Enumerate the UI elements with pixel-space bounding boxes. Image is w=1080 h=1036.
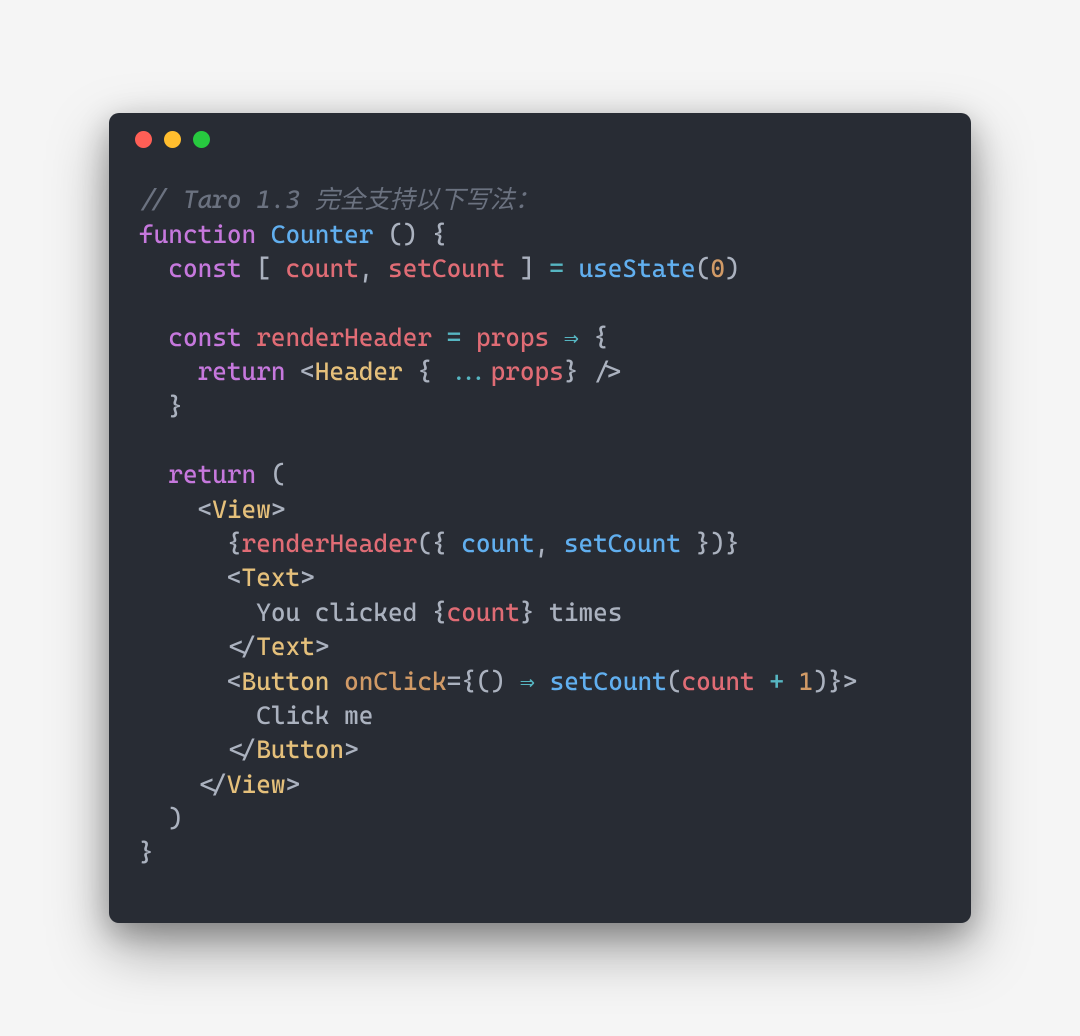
var-count: count — [461, 529, 534, 558]
punct: )}> — [813, 667, 857, 696]
arrow-icon: ⇒ — [549, 323, 593, 352]
text-content: Click me — [256, 701, 373, 730]
punct: , — [359, 254, 388, 283]
jsx-tag-button: Button — [256, 735, 344, 764]
jsx-tag-button: Button — [242, 667, 330, 696]
number-one: 1 — [799, 667, 814, 696]
punct: > — [315, 632, 330, 661]
code-window: // Taro 1.3 完全支持以下写法： function Counter (… — [109, 113, 971, 923]
var-count: count — [286, 254, 359, 283]
var-setcount: setCount — [388, 254, 505, 283]
jsx-tag-text: Text — [256, 632, 315, 661]
close-icon[interactable] — [135, 131, 152, 148]
punct: { — [594, 323, 609, 352]
function-name: Counter — [271, 220, 374, 249]
text-content: You clicked { — [256, 598, 446, 627]
punct: } — [139, 838, 154, 867]
punct: () { — [373, 220, 446, 249]
var-setcount: setCount — [564, 529, 681, 558]
spread-op: ... — [447, 357, 491, 386]
punct: < — [285, 357, 314, 386]
fn-usestate: useState — [578, 254, 695, 283]
punct: ] — [505, 254, 549, 283]
punct: , — [535, 529, 564, 558]
jsx-attr-onclick: onClick — [344, 667, 447, 696]
punct: [ — [242, 254, 286, 283]
punct: } /> — [564, 357, 623, 386]
punct: ({ — [417, 529, 461, 558]
keyword-const: const — [168, 254, 241, 283]
punct: > — [285, 770, 300, 799]
punct: ( — [256, 460, 285, 489]
punct: ( — [696, 254, 711, 283]
punct: ( — [667, 667, 682, 696]
punct: ={() — [447, 667, 520, 696]
punct: </ — [227, 632, 256, 661]
jsx-tag-header: Header — [315, 357, 403, 386]
punct: < — [227, 563, 242, 592]
space — [329, 667, 344, 696]
var-props: props — [476, 323, 549, 352]
operator-plus: + — [755, 667, 799, 696]
punct: } — [139, 392, 183, 421]
fn-renderheader-call: renderHeader — [242, 529, 418, 558]
fn-setcount-call: setCount — [550, 667, 667, 696]
keyword-const: const — [168, 323, 241, 352]
var-props: props — [491, 357, 564, 386]
code-comment: // Taro 1.3 完全支持以下写法： — [139, 185, 540, 214]
punct: > — [271, 495, 286, 524]
jsx-tag-view: View — [212, 495, 271, 524]
punct: </ — [198, 770, 227, 799]
punct: </ — [227, 735, 256, 764]
number-zero: 0 — [710, 254, 725, 283]
space — [535, 667, 550, 696]
jsx-tag-view: View — [227, 770, 286, 799]
punct: ) — [725, 254, 740, 283]
jsx-tag-text: Text — [242, 563, 301, 592]
keyword-return: return — [198, 357, 286, 386]
var-count: count — [681, 667, 754, 696]
window-titlebar — [109, 113, 971, 165]
punct: > — [300, 563, 315, 592]
punct: ) — [139, 804, 183, 833]
punct: > — [344, 735, 359, 764]
operator-eq: = — [432, 323, 476, 352]
keyword-return: return — [168, 460, 256, 489]
punct: { — [403, 357, 447, 386]
punct: { — [227, 529, 242, 558]
maximize-icon[interactable] — [193, 131, 210, 148]
punct: < — [227, 667, 242, 696]
var-count: count — [447, 598, 520, 627]
operator-eq: = — [549, 254, 578, 283]
punct: })} — [681, 529, 740, 558]
text-content: } times — [520, 598, 623, 627]
punct: < — [198, 495, 213, 524]
keyword-function: function — [139, 220, 256, 249]
minimize-icon[interactable] — [164, 131, 181, 148]
code-block: // Taro 1.3 完全支持以下写法： function Counter (… — [109, 165, 971, 923]
var-renderheader: renderHeader — [256, 323, 432, 352]
arrow-icon: ⇒ — [520, 667, 535, 696]
